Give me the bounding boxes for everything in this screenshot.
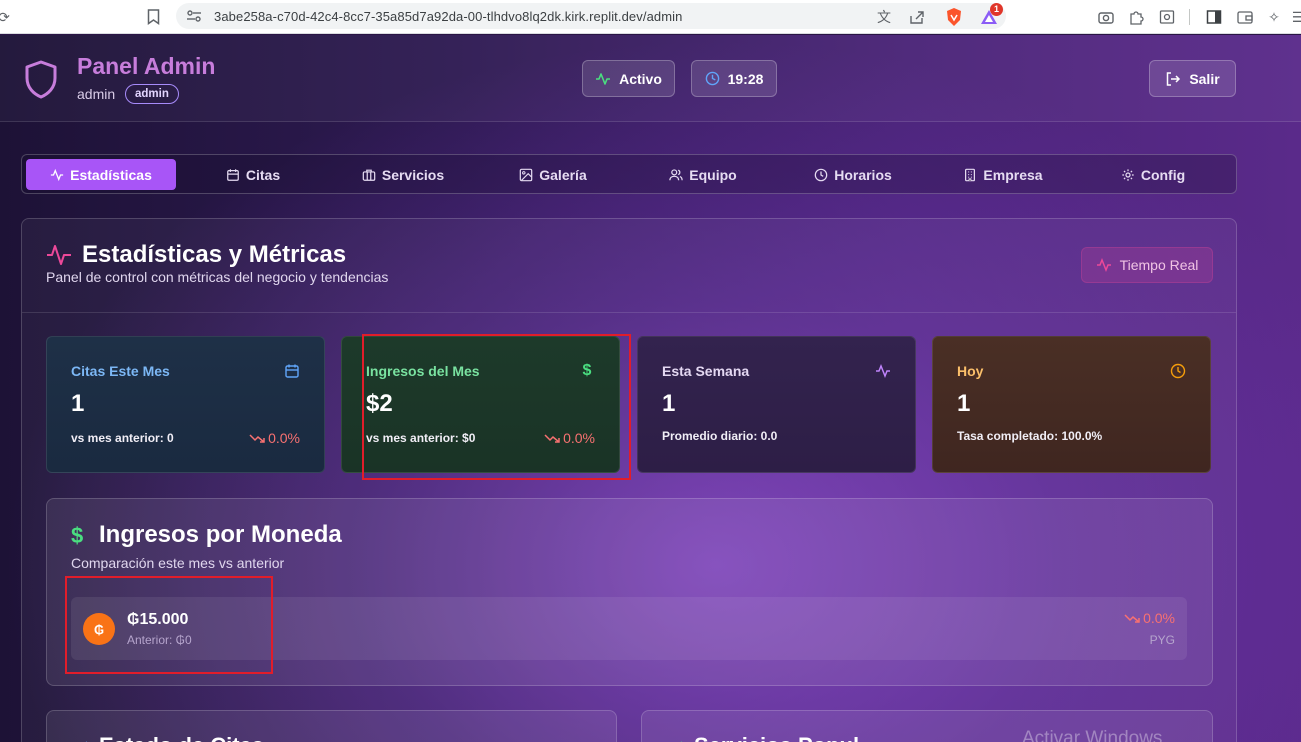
page-subtitle: Panel de control con métricas del negoci… bbox=[46, 269, 389, 285]
card-title: Servicios Popul... bbox=[694, 733, 877, 742]
status-button[interactable]: Activo bbox=[582, 60, 675, 97]
tab-equipo[interactable]: Equipo bbox=[628, 159, 778, 190]
shield-icon bbox=[25, 60, 57, 99]
trending-down-icon bbox=[1124, 614, 1140, 623]
briefcase-icon bbox=[362, 169, 376, 181]
tab-label: Galería bbox=[539, 166, 587, 183]
calendar-icon bbox=[285, 364, 299, 378]
stat-card-citas: Citas Este Mes 1 vs mes anterior: 0 0.0% bbox=[46, 336, 325, 473]
wallet-icon[interactable] bbox=[1235, 7, 1255, 27]
clock-icon bbox=[1170, 363, 1186, 379]
tab-label: Servicios bbox=[381, 166, 445, 183]
tab-label: Config bbox=[1140, 166, 1186, 183]
browser-toolbar: ⟳ 3abe258a-c70d-42c4-8cc7-35a85d7a92da-0… bbox=[0, 0, 1301, 34]
gear-icon bbox=[1122, 168, 1134, 181]
stat-card-semana: Esta Semana 1 Promedio diario: 0.0 bbox=[637, 336, 916, 473]
page-title: Estadísticas y Métricas bbox=[82, 241, 347, 268]
status-label: Activo bbox=[619, 70, 662, 87]
reload-icon[interactable]: ⟳ bbox=[0, 7, 14, 27]
clock-button[interactable]: 19:28 bbox=[691, 60, 777, 97]
tab-label: Horarios bbox=[834, 166, 892, 183]
building-icon bbox=[965, 168, 976, 181]
tab-galeria[interactable]: Galería bbox=[478, 159, 628, 190]
toolbar-divider bbox=[1189, 9, 1190, 25]
realtime-button[interactable]: Tiempo Real bbox=[1081, 247, 1213, 283]
stat-card-hoy: Hoy 1 Tasa completado: 100.0% bbox=[932, 336, 1211, 473]
users-icon bbox=[669, 168, 684, 180]
tab-horarios[interactable]: Horarios bbox=[778, 159, 928, 190]
leo-ai-icon[interactable]: ✧ bbox=[1264, 7, 1284, 27]
trend-value: 0.0% bbox=[1143, 610, 1175, 626]
stat-footnote: Tasa completado: 100.0% bbox=[957, 429, 1103, 443]
tab-empresa[interactable]: Empresa bbox=[928, 159, 1078, 190]
image-icon bbox=[519, 168, 533, 181]
share-icon[interactable] bbox=[907, 7, 927, 27]
trending-down-icon bbox=[249, 434, 265, 443]
sidebar-icon[interactable] bbox=[1204, 7, 1224, 27]
windows-activation-watermark: Activar Windows bbox=[1022, 728, 1163, 742]
stat-label: Esta Semana bbox=[662, 363, 750, 379]
menu-icon[interactable]: ☰ bbox=[1288, 7, 1301, 27]
user-name: admin bbox=[77, 86, 116, 102]
section-subtitle: Comparación este mes vs anterior bbox=[71, 555, 285, 571]
appointments-status-card: Estado de Citas bbox=[46, 710, 617, 742]
stat-value: 1 bbox=[662, 390, 676, 417]
translate-icon[interactable]: 文 bbox=[874, 7, 894, 27]
reader-mode-icon[interactable] bbox=[1157, 7, 1177, 27]
tab-servicios[interactable]: Servicios bbox=[328, 159, 478, 190]
trend-value: 0.0% bbox=[268, 430, 300, 446]
logout-icon bbox=[1167, 71, 1181, 86]
stat-footnote: Promedio diario: 0.0 bbox=[662, 429, 778, 443]
trend-indicator: 0.0% bbox=[1124, 610, 1175, 626]
card-title: Estado de Citas bbox=[99, 733, 264, 742]
activity-icon bbox=[596, 72, 611, 85]
clock-time: 19:28 bbox=[727, 70, 764, 87]
stat-value: 1 bbox=[71, 390, 85, 417]
dollar-icon: $ bbox=[71, 523, 84, 548]
stat-label: Citas Este Mes bbox=[71, 363, 170, 379]
stat-value: 1 bbox=[957, 390, 971, 417]
activity-icon bbox=[1096, 258, 1111, 272]
tab-label: Citas bbox=[245, 166, 281, 183]
calendar-icon bbox=[227, 168, 239, 181]
tab-label: Equipo bbox=[689, 166, 737, 183]
panel-header: Estadísticas y Métricas Panel de control… bbox=[22, 219, 1236, 313]
tab-label: Estadísticas bbox=[70, 166, 152, 183]
activity-icon bbox=[51, 168, 64, 181]
header: Panel Admin admin admin Activo 19:28 Sal… bbox=[0, 35, 1301, 122]
trend-indicator: 0.0% bbox=[249, 430, 300, 446]
bookmark-icon[interactable] bbox=[143, 7, 163, 27]
brave-shield-icon[interactable] bbox=[944, 7, 964, 27]
chart-icon bbox=[85, 741, 87, 742]
highlight-box-currency bbox=[65, 576, 273, 674]
tab-config[interactable]: Config bbox=[1078, 159, 1228, 190]
trending-up-icon bbox=[680, 741, 682, 742]
clock-icon bbox=[705, 71, 719, 86]
role-badge: admin bbox=[125, 84, 179, 104]
url-text[interactable]: 3abe258a-c70d-42c4-8cc7-35a85d7a92da-00-… bbox=[214, 9, 682, 24]
site-info-icon[interactable] bbox=[184, 6, 204, 26]
app-title: Panel Admin bbox=[77, 53, 216, 79]
stat-footnote: vs mes anterior: 0 bbox=[71, 431, 174, 445]
highlight-box-income bbox=[362, 334, 631, 480]
logout-button[interactable]: Salir bbox=[1149, 60, 1236, 97]
tab-bar: Estadísticas Citas Servicios Galería Equ… bbox=[21, 154, 1237, 194]
activity-icon bbox=[47, 245, 71, 265]
currency-code: PYG bbox=[1149, 633, 1175, 647]
activity-icon bbox=[876, 363, 890, 379]
stat-label: Hoy bbox=[957, 363, 984, 379]
extensions-icon[interactable] bbox=[1126, 7, 1146, 27]
notification-badge: 1 bbox=[990, 3, 1003, 16]
section-title: Ingresos por Moneda bbox=[99, 521, 342, 548]
tab-estadisticas[interactable]: Estadísticas bbox=[26, 159, 176, 190]
tab-label: Empresa bbox=[983, 166, 1043, 183]
realtime-label: Tiempo Real bbox=[1119, 257, 1199, 273]
clock-icon bbox=[814, 168, 828, 181]
logout-label: Salir bbox=[1189, 70, 1220, 87]
tab-citas[interactable]: Citas bbox=[178, 159, 328, 190]
camera-icon[interactable] bbox=[1096, 7, 1116, 27]
